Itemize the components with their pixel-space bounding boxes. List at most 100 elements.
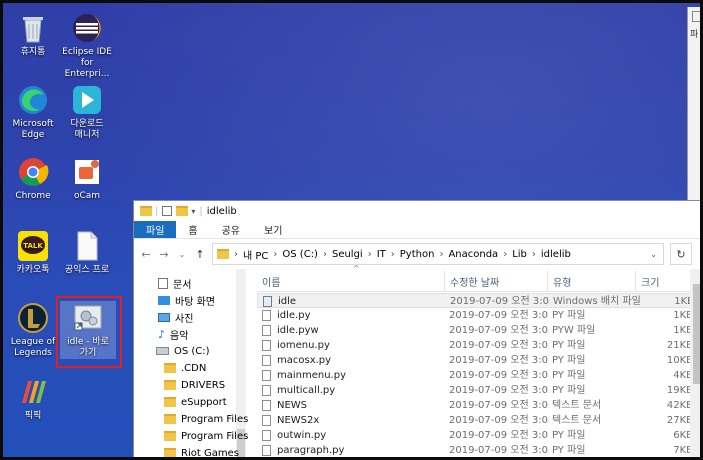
breadcrumb-item[interactable]: Python [400,249,435,260]
file-icon [262,370,271,381]
nav-item-pictures[interactable]: 사진 [158,309,193,325]
desktop-icon-kakaotalk[interactable]: TALK 카카오톡 [5,229,61,276]
desktop-icon-ocam[interactable]: oCam [59,155,115,202]
nav-item-folder[interactable]: DRIVERS [164,377,225,393]
new-folder-icon[interactable] [176,206,189,216]
chevron-right-icon: › [273,248,278,260]
table-row[interactable]: iomenu.py 2019-07-09 오전 3:03 PY 파일 21KB [257,338,700,353]
refresh-button[interactable]: ↻ [670,243,692,265]
nav-item-label: 사진 [175,313,194,325]
desktop-icon-label: 공익스 프로 [64,265,110,275]
table-row[interactable]: idle 2019-07-09 오전 3:03 Windows 배치 파일 1K… [257,293,700,308]
desktop-icon-idle-shortcut[interactable]: idle - 바로 가기 [60,301,116,359]
recent-dropdown-icon[interactable]: ⌄ [176,250,188,259]
back-arrow-icon[interactable]: ← [140,248,152,261]
address-bar[interactable]: › 내 PC › OS (C:) › Seulgi › IT › Python … [212,243,664,265]
desktop-icon-label: Chrome [15,191,51,201]
nav-item-documents[interactable]: 문서 [158,275,191,291]
nav-item-folder[interactable]: Program Files [164,428,248,444]
file-icon [262,385,271,396]
documents-icon [158,277,168,289]
desktop-icon-label: Microsoft Edge [12,119,54,140]
idle-shortcut-icon [71,301,105,335]
nav-item-label: 음악 [170,330,189,342]
folder-icon [164,380,176,390]
svg-text:TALK: TALK [23,242,43,250]
file-list-scrollbar[interactable] [690,269,700,457]
table-row[interactable]: mainmenu.py 2019-07-09 오전 3:03 PY 파일 4KB [257,368,700,383]
address-dropdown-icon[interactable]: ⌄ [650,250,657,259]
file-icon [262,400,271,411]
table-row[interactable]: idle.py 2019-07-09 오전 3:03 PY 파일 1KB [257,308,700,323]
address-row: ← → ⌄ ↑ › 내 PC › OS (C:) › Seulgi › IT ›… [134,239,700,269]
file-icon [262,445,271,456]
edge-icon [16,83,50,117]
breadcrumb-item[interactable]: Anaconda [448,249,498,260]
nav-item-os-drive[interactable]: OS (C:) [156,343,210,359]
tab-file[interactable]: 파일 [134,221,177,238]
column-header-date[interactable]: 수정한 날짜 [444,271,547,291]
column-header-type[interactable]: 유형 [547,271,635,291]
tab-view[interactable]: 보기 [252,221,294,238]
file-icon [262,325,271,336]
desktop-icon-league-of-legends[interactable]: League of Legends [5,301,61,359]
nav-item-folder[interactable]: Program Files [164,411,248,427]
breadcrumb-item[interactable]: Seulgi [332,249,363,260]
table-row[interactable]: NEWS 2019-07-09 오전 3:03 텍스트 문서 42KB [257,398,700,413]
breadcrumb-item[interactable]: Lib [512,249,527,260]
chevron-right-icon: › [503,248,508,260]
desktop-icon-chrome[interactable]: Chrome [5,155,61,202]
kakaotalk-icon: TALK [16,229,50,263]
desktop-icon-download-manager[interactable]: 다운로드 매니저 [59,83,115,141]
table-row[interactable]: outwin.py 2019-07-09 오전 3:03 PY 파일 6KB [257,428,700,443]
tab-home[interactable]: 홈 [176,221,209,238]
nav-item-music[interactable]: ♪ 음악 [158,326,188,342]
column-header-size[interactable]: 크기 [635,271,695,291]
chevron-right-icon: › [390,248,395,260]
desktop-icon-edge[interactable]: Microsoft Edge [5,83,61,141]
up-arrow-icon[interactable]: ↑ [194,248,206,261]
scrollbar-thumb[interactable] [693,284,700,384]
folder-icon [164,363,176,373]
nav-item-folder[interactable]: .CDN [164,360,206,376]
table-row[interactable]: NEWS2x 2019-07-09 오전 3:03 텍스트 문서 27KB [257,413,700,428]
ocam-icon [70,155,104,189]
nav-item-label: eSupport [181,396,227,408]
properties-checkbox-icon[interactable] [162,206,173,216]
table-row[interactable]: multicall.py 2019-07-09 오전 3:03 PY 파일 19… [257,383,700,398]
breadcrumb-item[interactable]: idlelib [541,249,571,260]
table-row[interactable]: idle.pyw 2019-07-09 오전 3:03 PYW 파일 1KB [257,323,700,338]
nav-item-folder[interactable]: Riot Games [164,445,239,459]
chevron-right-icon: › [322,248,327,260]
nav-item-desktop[interactable]: 바탕 화면 [158,292,215,308]
breadcrumb-item[interactable]: 내 PC [243,247,268,262]
chevron-right-icon: › [234,248,238,260]
desktop-icon-label: 카카오톡 [16,265,50,275]
nav-item-label: Riot Games [181,447,239,459]
breadcrumb-item[interactable]: OS (C:) [282,249,318,260]
desktop-icon-recycle-bin[interactable]: 휴지통 [5,11,61,58]
background-window-edge[interactable]: 파 [687,7,700,203]
title-bar[interactable]: | ▾ | idlelib [134,201,700,221]
desktop-icon-label: oCam [73,191,101,201]
nav-item-folder[interactable]: eSupport [164,394,227,410]
desktop: 휴지통 Eclipse IDE for Enterpri... Microsof… [0,0,703,460]
desktop-icon-eclipse[interactable]: Eclipse IDE for Enterpri... [59,11,115,80]
table-row[interactable]: paragraph.py 2019-07-09 오전 3:03 PY 파일 7K… [257,443,700,457]
desktop-icon-picpick[interactable]: 픽픽 [5,375,61,422]
pictures-icon [158,312,170,322]
quick-access-dropdown-icon[interactable]: ▾ [191,207,195,216]
breadcrumb-item[interactable]: IT [377,249,386,260]
forward-arrow-icon[interactable]: → [158,248,170,261]
file-icon [262,430,271,441]
tab-share[interactable]: 공유 [210,221,252,238]
column-header-name[interactable]: 이름 [257,271,449,291]
table-row[interactable]: macosx.py 2019-07-09 오전 3:03 PY 파일 10KB [257,353,700,368]
desktop-icon-label: idle - 바로 가기 [67,337,109,358]
file-explorer-window[interactable]: | ▾ | idlelib 파일 홈 공유 보기 ← → ⌄ ↑ › 내 PC … [133,200,700,459]
explorer-body: 문서 바탕 화면 사진 ♪ 음악 OS (C:) .CDN DRIVERS eS… [134,264,700,459]
music-note-icon: ♪ [158,327,166,341]
folder-icon [217,249,229,259]
desktop-icon-document[interactable]: 공익스 프로 [59,229,115,276]
titlebar-separator: | [199,205,203,217]
